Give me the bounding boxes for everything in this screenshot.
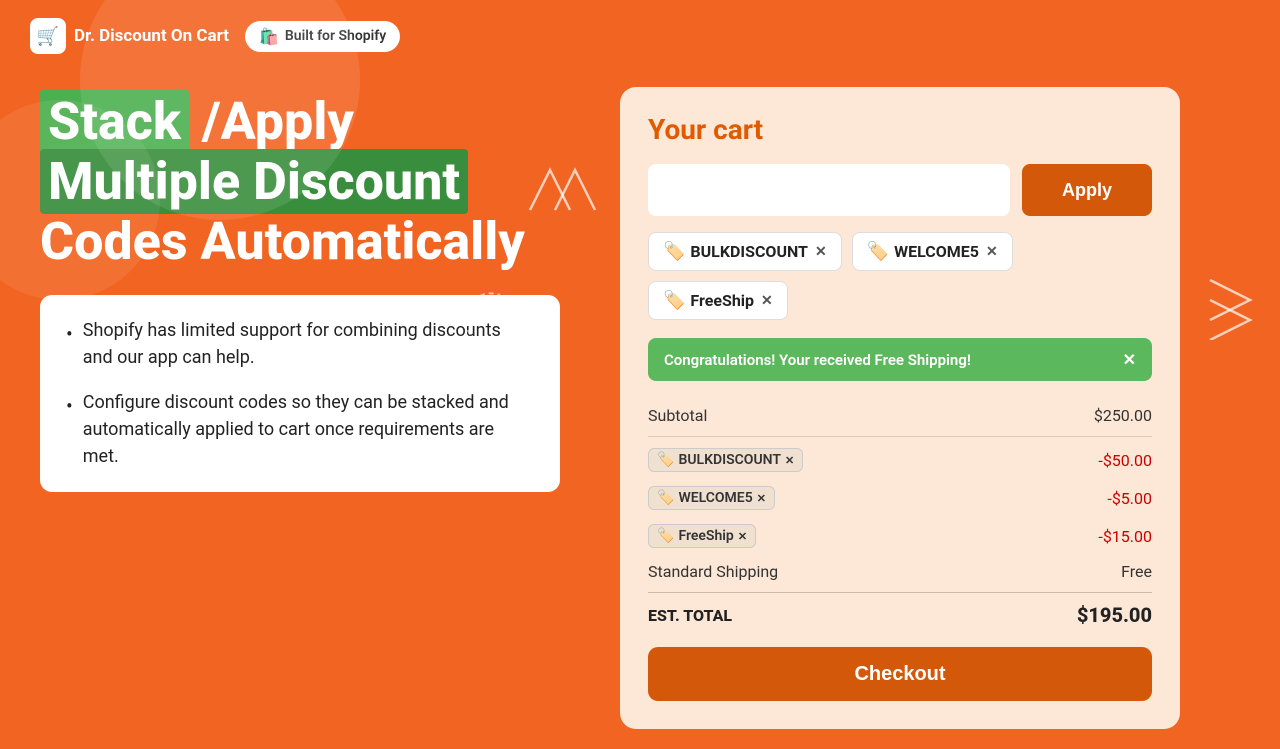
summary-tag-code-1: BULKDISCOUNT	[678, 452, 781, 468]
brand-icon: 🛒	[30, 18, 66, 54]
cart-title: Your cart	[648, 113, 1152, 146]
coupon-tag-label-3: FreeShip	[690, 291, 754, 310]
coupon-tag-label-2: WELCOME5	[894, 242, 979, 261]
tag-icon-2: 🏷️	[867, 241, 889, 262]
summary-tag-icon-1: 🏷️	[657, 452, 674, 468]
total-row: EST. TOTAL $195.00	[648, 592, 1152, 633]
checkout-button[interactable]: Checkout	[648, 647, 1152, 701]
success-message: Congratulations! Your received Free Ship…	[664, 351, 971, 369]
summary-tag-freeship: 🏷️ FreeShip ✕	[648, 524, 756, 548]
shipping-label: Standard Shipping	[648, 562, 778, 581]
summary-tag-welcome5: 🏷️ WELCOME5 ✕	[648, 486, 775, 510]
summary-tag-icon-3: 🏷️	[657, 528, 674, 544]
coupon-input[interactable]	[648, 164, 1010, 216]
summary-tag-icon-2: 🏷️	[657, 490, 674, 506]
coupon-tag-label-1: BULKDISCOUNT	[690, 242, 808, 261]
subtotal-label: Subtotal	[648, 406, 707, 425]
bullet-item-1: • Shopify has limited support for combin…	[66, 317, 534, 371]
total-label: EST. TOTAL	[648, 606, 732, 625]
apply-button[interactable]: Apply	[1022, 164, 1152, 216]
subtotal-row: Subtotal $250.00	[648, 399, 1152, 432]
remove-coupon-3[interactable]: ✕	[761, 293, 773, 309]
shipping-value: Free	[1121, 562, 1152, 581]
remove-coupon-2[interactable]: ✕	[986, 244, 998, 260]
tag-icon-3: 🏷️	[663, 290, 685, 311]
decorative-arrows-top	[520, 165, 600, 224]
coupon-tags: 🏷️ BULKDISCOUNT ✕ 🏷️ WELCOME5 ✕ 🏷️ FreeS…	[648, 232, 1152, 320]
bullet-dot-2: •	[66, 391, 73, 470]
success-banner: Congratulations! Your received Free Ship…	[648, 338, 1152, 381]
coupon-tag-bulkdiscount: 🏷️ BULKDISCOUNT ✕	[648, 232, 842, 271]
discount-row-3: 🏷️ FreeShip ✕ -$15.00	[648, 517, 1152, 555]
shipping-row: Standard Shipping Free	[648, 555, 1152, 588]
coupon-tag-freeship: 🏷️ FreeShip ✕	[648, 281, 788, 320]
cart-card: Your cart Apply 🏷️ BULKDISCOUNT ✕ 🏷️ WEL…	[620, 87, 1180, 729]
bullet-dot-1: •	[66, 319, 73, 371]
coupon-input-row: Apply	[648, 164, 1152, 216]
cart-widget: Your cart Apply 🏷️ BULKDISCOUNT ✕ 🏷️ WEL…	[620, 87, 1180, 729]
total-amount: $195.00	[1077, 603, 1152, 627]
discount-amount-1: -$50.00	[1098, 451, 1152, 470]
subtotal-value: $250.00	[1094, 406, 1152, 425]
coupon-tag-welcome5: 🏷️ WELCOME5 ✕	[852, 232, 1013, 271]
remove-summary-coupon-2[interactable]: ✕	[757, 492, 766, 505]
tag-icon-1: 🏷️	[663, 241, 685, 262]
summary-tag-code-3: FreeShip	[678, 528, 733, 544]
decorative-arrows-right	[1205, 270, 1260, 344]
discount-row-2: 🏷️ WELCOME5 ✕ -$5.00	[648, 479, 1152, 517]
summary-tag-bulkdiscount: 🏷️ BULKDISCOUNT ✕	[648, 448, 803, 472]
discount-row-1: 🏷️ BULKDISCOUNT ✕ -$50.00	[648, 441, 1152, 479]
remove-coupon-1[interactable]: ✕	[815, 244, 827, 260]
bullet-text-2: Configure discount codes so they can be …	[83, 389, 534, 470]
remove-summary-coupon-3[interactable]: ✕	[738, 530, 747, 543]
discount-amount-3: -$15.00	[1098, 527, 1152, 546]
bullet-item-2: • Configure discount codes so they can b…	[66, 389, 534, 470]
decorative-swirl	[465, 290, 535, 354]
remove-summary-coupon-1[interactable]: ✕	[785, 454, 794, 467]
discount-amount-2: -$5.00	[1107, 489, 1152, 508]
summary-tag-code-2: WELCOME5	[678, 490, 752, 506]
success-close-button[interactable]: ✕	[1123, 350, 1136, 369]
